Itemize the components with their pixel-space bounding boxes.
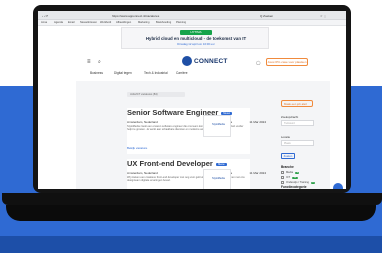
job-location: Amsterdam, Nederland (127, 120, 158, 124)
browser-menu-icon[interactable]: ☆ ⋮ (320, 14, 327, 18)
job-card[interactable]: UX Front-end Developer Nieuw Amsterdam, N… (127, 159, 266, 189)
chat-icon[interactable] (333, 183, 343, 189)
job-location: Amsterdam, Nederland (127, 171, 158, 175)
job-date: 11 Mar 2024 (249, 120, 266, 124)
bookmark-item[interactable]: Planning (176, 21, 186, 24)
laptop-stand (6, 205, 376, 221)
logo-mark-icon[interactable] (182, 56, 192, 66)
url-bar[interactable]: https://www.apponnect.nl/vacatures (112, 14, 159, 18)
ad-subtitle: Dinsdag 12 april om 10:00 uur (177, 42, 215, 46)
filter-option[interactable]: Media 3 (281, 171, 300, 175)
search-icon[interactable]: ⌕ (98, 59, 101, 65)
browser-toolbar: ‹ › ⟳ https://www.apponnect.nl/vacatures… (38, 11, 346, 20)
checkbox[interactable] (281, 176, 284, 179)
view-job-link[interactable]: Bekijk vacature (127, 146, 147, 150)
ad-badge: HYTIMA (180, 30, 212, 35)
filter-option[interactable]: ICT 12 (281, 176, 298, 180)
company-logo[interactable]: StyloMedia (203, 169, 231, 189)
count-badge: 12 (292, 177, 298, 180)
bookmark-item[interactable]: Boekhouding (156, 21, 171, 24)
browser-search[interactable]: Q Zoeken (260, 14, 273, 18)
checkbox[interactable] (281, 171, 284, 174)
location-input[interactable]: Plaats (281, 140, 314, 146)
hamburger-icon[interactable]: ≡ (87, 59, 91, 65)
location-label: Locatie (281, 135, 291, 139)
bookmark-item[interactable]: Nieuwsbrieven (80, 21, 97, 24)
checkbox[interactable] (281, 181, 284, 184)
keyword-input[interactable]: Trefwoord (281, 120, 314, 126)
new-badge: Nieuw (215, 162, 227, 166)
job-title[interactable]: UX Front-end Developer Nieuw (127, 159, 227, 168)
nav-item[interactable]: Tech & Industrial (144, 71, 168, 75)
bookmark-item[interactable]: Marketing (138, 21, 149, 24)
bookmark-item[interactable]: Email (68, 21, 75, 24)
bookmark-item[interactable]: Afbeeldingen (116, 21, 131, 24)
laptop-base (2, 193, 382, 205)
ad-banner[interactable]: HYTIMA Hybrid cloud en multicloud - de t… (121, 27, 269, 49)
filter-option[interactable]: Onderwijs / Training 2 (281, 181, 316, 185)
search-button[interactable]: Zoeken (281, 153, 295, 159)
bookmark-item[interactable]: Werkbord (100, 21, 111, 24)
ad-title: Hybrid cloud en multicloud - de toekomst… (145, 36, 247, 41)
background-bottom-band (0, 236, 382, 253)
post-job-button[interactable]: Jouw IPC-case voor plaatsen (266, 58, 308, 66)
nav-item[interactable]: Digital tegen (114, 71, 132, 75)
filter-sidebar: Maak een job alert Zoekopdracht Trefwoor… (276, 85, 346, 189)
bookmarks-bar: Anna Agenda Email Nieuwsbrieven Werkbord… (38, 20, 346, 26)
nav-item[interactable]: Carrière (176, 71, 188, 75)
listing-count-pill: Jobs/ICT vacatures (84) (127, 92, 185, 97)
company-logo[interactable]: StyloMedia (203, 115, 231, 137)
count-badge: 3 (295, 172, 300, 175)
branche-heading: Branche (281, 165, 294, 169)
laptop-screen: ‹ › ⟳ https://www.apponnect.nl/vacatures… (38, 11, 346, 189)
job-alert-button[interactable]: Maak een job alert (281, 100, 313, 107)
user-icon[interactable]: ◯ (256, 60, 260, 65)
bookmark-item[interactable]: Anna (41, 21, 47, 24)
bookmark-item[interactable]: Agenda (54, 21, 63, 24)
nav-arrows-icon[interactable]: ‹ › ⟳ (42, 14, 48, 18)
job-date: 11 Mar 2024 (249, 171, 266, 175)
site-logo[interactable]: CONNECT (194, 58, 228, 65)
job-card[interactable]: Senior Software Engineer Nieuw Amsterdam,… (127, 108, 266, 154)
count-badge: 2 (310, 182, 316, 185)
keyword-label: Zoekopdracht (281, 115, 299, 119)
function-heading: Functiecategorie (281, 185, 307, 189)
nav-item[interactable]: Business (90, 71, 103, 75)
